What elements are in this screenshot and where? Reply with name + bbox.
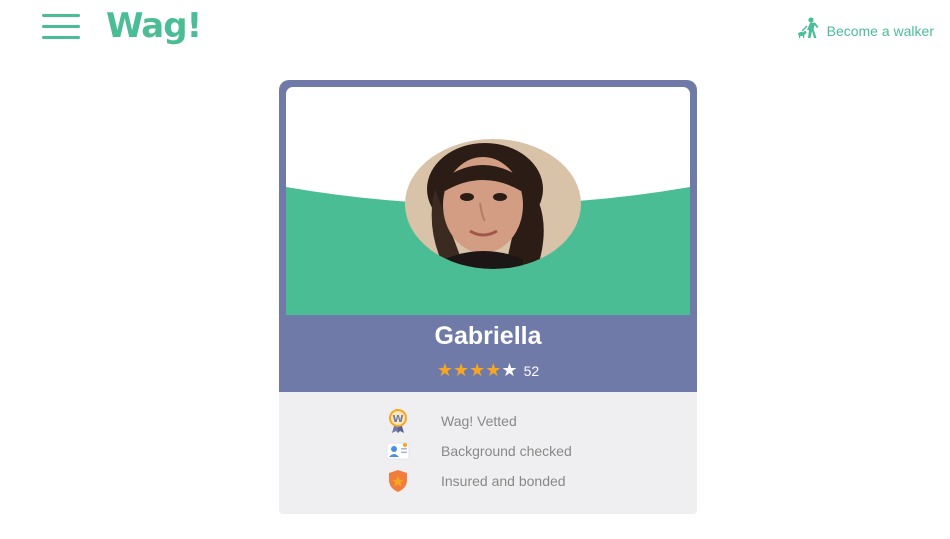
badge-wag-vetted: W Wag! Vetted bbox=[385, 408, 517, 434]
badge-background-checked: Background checked bbox=[385, 438, 572, 464]
star-icon: ★ bbox=[436, 360, 453, 381]
wag-vetted-medal-icon: W bbox=[385, 408, 411, 434]
star-icon: ★ bbox=[453, 360, 470, 381]
hamburger-menu-icon[interactable] bbox=[42, 14, 80, 40]
star-icon: ★ bbox=[469, 360, 486, 381]
background-check-icon bbox=[385, 438, 411, 464]
badge-label: Wag! Vetted bbox=[441, 413, 517, 429]
profile-banner bbox=[286, 87, 690, 315]
walker-profile-card: Gabriella ★ ★ ★ ★ ★ 52 W Wag! Vetted Bac… bbox=[279, 80, 697, 514]
become-walker-link[interactable]: Become a walker bbox=[797, 17, 934, 44]
badge-insured-bonded: Insured and bonded bbox=[385, 468, 566, 494]
dog-walker-icon bbox=[797, 17, 821, 44]
insured-shield-icon bbox=[385, 468, 411, 494]
svg-text:W: W bbox=[392, 414, 403, 425]
walker-name: Gabriella bbox=[434, 322, 542, 350]
star-icon: ★ bbox=[485, 360, 502, 381]
badge-label: Background checked bbox=[441, 443, 572, 459]
top-header: Wag! Become a walker bbox=[0, 0, 950, 60]
profile-card-header: Gabriella ★ ★ ★ ★ ★ 52 bbox=[279, 80, 697, 392]
badges-panel: W Wag! Vetted Background checked Insured… bbox=[279, 392, 697, 514]
review-count[interactable]: 52 bbox=[524, 363, 540, 379]
avatar[interactable] bbox=[405, 139, 581, 269]
badge-label: Insured and bonded bbox=[441, 473, 566, 489]
become-walker-label: Become a walker bbox=[826, 22, 934, 39]
star-icon: ★ bbox=[501, 360, 518, 381]
star-rating: ★ ★ ★ ★ ★ 52 bbox=[279, 361, 697, 381]
stars-container: ★ ★ ★ ★ ★ bbox=[437, 361, 518, 381]
wag-logo[interactable]: Wag! bbox=[106, 6, 202, 46]
